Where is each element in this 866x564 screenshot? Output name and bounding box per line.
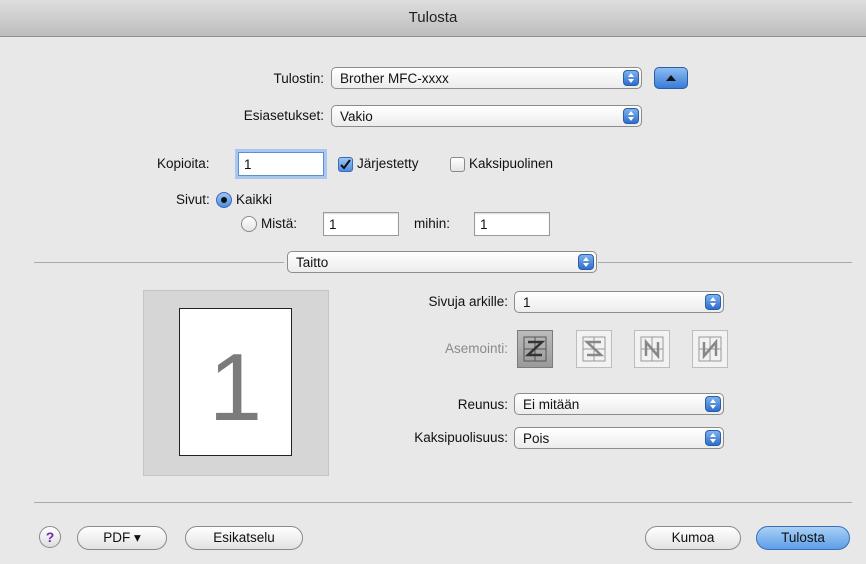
pages-from-field[interactable]: 1 [323, 212, 399, 236]
pages-to-value: 1 [480, 217, 488, 232]
preview-button[interactable]: Esikatselu [185, 526, 303, 550]
print-dialog: Tulosta Tulostin: Brother MFC-xxxx Esias… [0, 0, 866, 564]
pages-per-sheet-popup[interactable]: 1 [514, 291, 724, 313]
triangle-up-icon [666, 75, 676, 81]
collapse-details-button[interactable] [654, 67, 688, 89]
duplex-checkbox[interactable] [450, 157, 465, 172]
updown-arrows-icon [578, 254, 594, 270]
window-title: Tulosta [408, 9, 458, 26]
presets-value: Vakio [340, 109, 373, 124]
presets-popup[interactable]: Vakio [331, 105, 642, 127]
preview-page-number: 1 [208, 334, 263, 441]
border-popup[interactable]: Ei mitään [514, 393, 724, 415]
pages-from-value: 1 [329, 217, 337, 232]
pages-to-field[interactable]: 1 [474, 212, 550, 236]
checkmark-icon [340, 159, 351, 170]
collated-checkbox[interactable] [338, 157, 353, 172]
pdf-menu-button[interactable]: PDF ▾ [77, 526, 167, 550]
layout-direction-reverse-n-button[interactable] [692, 330, 728, 368]
border-value: Ei mitään [523, 397, 580, 412]
printer-popup[interactable]: Brother MFC-xxxx [331, 67, 642, 89]
two-sided-label: Kaksipuolisuus: [414, 430, 508, 445]
pages-to-label: mihin: [414, 216, 451, 231]
print-button[interactable]: Tulosta [756, 526, 850, 550]
separator [598, 262, 852, 263]
pages-from-label: Mistä: [261, 216, 298, 231]
section-popup[interactable]: Taitto [287, 251, 597, 273]
two-sided-value: Pois [523, 431, 550, 446]
pages-range-radio[interactable] [241, 216, 257, 232]
updown-arrows-icon [623, 70, 639, 86]
layout-direction-n-button[interactable] [634, 330, 670, 368]
presets-label: Esiasetukset: [243, 108, 324, 123]
updown-arrows-icon [623, 108, 639, 124]
pages-all-radio[interactable] [216, 192, 232, 208]
pages-per-sheet-label: Sivuja arkille: [428, 294, 508, 309]
collated-label: Järjestetty [357, 156, 419, 171]
reverse-n-layout-icon [698, 336, 722, 362]
pages-per-sheet-value: 1 [523, 295, 531, 310]
printer-label: Tulostin: [273, 71, 324, 86]
updown-arrows-icon [705, 294, 721, 310]
separator [34, 262, 284, 263]
n-layout-icon [640, 336, 664, 362]
copies-field[interactable]: 1 [238, 152, 324, 176]
z-layout-icon [523, 336, 547, 362]
copies-label: Kopioita: [157, 156, 210, 171]
title-bar: Tulosta [0, 0, 866, 37]
separator [34, 502, 852, 503]
two-sided-popup[interactable]: Pois [514, 427, 724, 449]
updown-arrows-icon [705, 430, 721, 446]
duplex-label: Kaksipuolinen [469, 156, 554, 171]
direction-label: Asemointi: [444, 341, 508, 356]
updown-arrows-icon [705, 396, 721, 412]
printer-value: Brother MFC-xxxx [340, 71, 449, 86]
page-preview: 1 [179, 308, 292, 456]
border-label: Reunus: [457, 397, 508, 412]
layout-direction-reverse-z-button[interactable] [576, 330, 612, 368]
layout-direction-z-button[interactable] [517, 330, 553, 368]
section-value: Taitto [296, 255, 329, 270]
copies-value: 1 [244, 157, 252, 172]
help-button[interactable]: ? [39, 526, 61, 548]
reverse-z-layout-icon [582, 336, 606, 362]
cancel-button[interactable]: Kumoa [645, 526, 741, 550]
pages-label: Sivut: [176, 192, 210, 207]
pages-all-label: Kaikki [236, 192, 273, 207]
